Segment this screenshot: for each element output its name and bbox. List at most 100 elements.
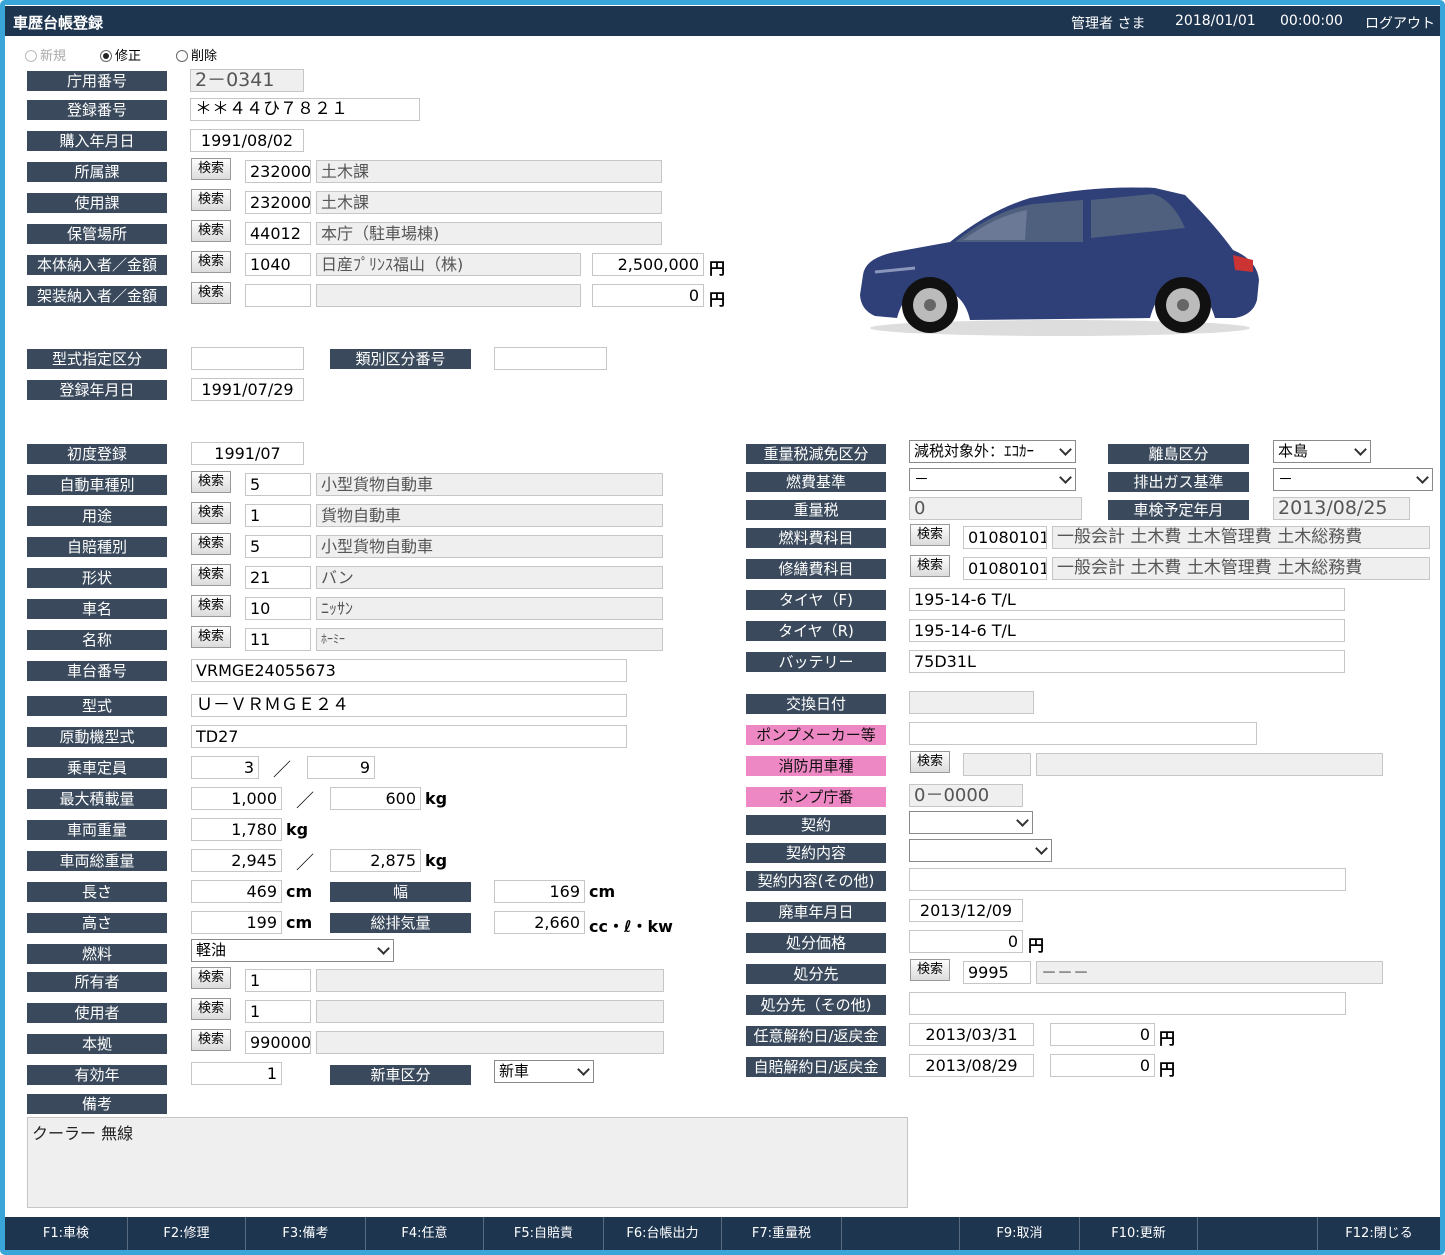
- label-tax-reduction: 重量税減免区分: [746, 444, 886, 464]
- pump-maker-field[interactable]: [909, 722, 1257, 745]
- model-name-search-button[interactable]: 検索: [191, 626, 231, 648]
- shape-code-field[interactable]: 21: [245, 566, 311, 589]
- insurance-cancel-date-field[interactable]: 2013/08/29: [909, 1054, 1034, 1077]
- mode-delete-radio[interactable]: 削除: [176, 45, 217, 64]
- fuel-account-code-field[interactable]: 01080101: [963, 526, 1047, 549]
- tire-f-field[interactable]: 195-14-6 T/L: [909, 588, 1345, 611]
- fuel-select[interactable]: 軽油: [191, 939, 394, 962]
- insurance-cancel-amount-field[interactable]: 0: [1050, 1054, 1155, 1077]
- gross-weight-a-field[interactable]: 2,945: [191, 849, 282, 872]
- first-reg-field[interactable]: 1991/07: [191, 442, 304, 465]
- engine-field[interactable]: TD27: [191, 725, 627, 748]
- equip-supplier-code-field[interactable]: [245, 284, 311, 307]
- category-no-field[interactable]: [494, 347, 607, 370]
- body-supplier-code-field[interactable]: 1040: [245, 253, 311, 276]
- displacement-field[interactable]: 2,660: [494, 911, 585, 934]
- voluntary-cancel-date-field[interactable]: 2013/03/31: [909, 1023, 1034, 1046]
- type-designation-field[interactable]: [191, 347, 304, 370]
- dept-code-field[interactable]: 232000: [245, 160, 311, 183]
- disposal-other-field[interactable]: [909, 992, 1346, 1015]
- user-code-field[interactable]: 1: [245, 1000, 311, 1023]
- disposal-to-search-button[interactable]: 検索: [910, 959, 950, 981]
- island-select[interactable]: 本島: [1273, 440, 1371, 463]
- repair-account-search-button[interactable]: 検索: [910, 555, 950, 577]
- f4-voluntary-button[interactable]: F4:任意: [366, 1217, 484, 1250]
- dept-search-button[interactable]: 検索: [191, 158, 231, 180]
- gross-weight-b-field[interactable]: 2,875: [330, 849, 421, 872]
- f9-cancel-button[interactable]: F9:取消: [960, 1217, 1080, 1250]
- vehicle-type-code-field[interactable]: 5: [245, 473, 311, 496]
- width-field[interactable]: 169: [494, 880, 585, 903]
- fuel-std-select[interactable]: －: [909, 468, 1076, 491]
- f10-update-button[interactable]: F10:更新: [1080, 1217, 1198, 1250]
- insurance-type-code-field[interactable]: 5: [245, 535, 311, 558]
- body-amount-field[interactable]: 2,500,000: [592, 253, 704, 276]
- contract-select[interactable]: [909, 811, 1033, 834]
- max-load-b-field[interactable]: 600: [330, 787, 421, 810]
- contract-other-field[interactable]: [909, 868, 1346, 891]
- storage-code-field[interactable]: 44012: [245, 222, 311, 245]
- car-name-code-field[interactable]: 10: [245, 597, 311, 620]
- contract-detail-select[interactable]: [909, 839, 1052, 862]
- f5-liability-button[interactable]: F5:自賠責: [484, 1217, 604, 1250]
- voluntary-cancel-amount-field[interactable]: 0: [1050, 1023, 1155, 1046]
- f1-shaken-button[interactable]: F1:車検: [5, 1217, 128, 1250]
- insurance-type-search-button[interactable]: 検索: [191, 533, 231, 555]
- reg-no-field[interactable]: ＊＊４４ひ７８２１: [190, 98, 420, 121]
- label-model: 型式: [27, 696, 167, 716]
- base-code-field[interactable]: 990000: [245, 1031, 311, 1054]
- new-flag-select[interactable]: 新車: [494, 1060, 594, 1083]
- max-load-a-field[interactable]: 1,000: [191, 787, 282, 810]
- remarks-textarea[interactable]: クーラー 無線: [27, 1117, 908, 1208]
- body-supplier-search-button[interactable]: 検索: [191, 251, 231, 273]
- model-field[interactable]: Ｕ－ＶＲＭＧＥ２４: [191, 694, 627, 717]
- owner-search-button[interactable]: 検索: [191, 967, 231, 989]
- purpose-code-field[interactable]: 1: [245, 504, 311, 527]
- equip-amount-field[interactable]: 0: [592, 284, 704, 307]
- equip-supplier-search-button[interactable]: 検索: [191, 282, 231, 304]
- logout-link[interactable]: ログアウト: [1365, 13, 1435, 33]
- repair-account-code-field[interactable]: 01080101: [963, 557, 1047, 580]
- tax-reduction-select[interactable]: 減税対象外：ｴｺｶｰ: [909, 440, 1076, 463]
- storage-search-button[interactable]: 検索: [191, 220, 231, 242]
- yen-unit: 円: [1159, 1060, 1176, 1079]
- car-name-search-button[interactable]: 検索: [191, 595, 231, 617]
- tire-r-field[interactable]: 195-14-6 T/L: [909, 619, 1345, 642]
- capacity-b-field[interactable]: 9: [307, 756, 375, 779]
- f2-repair-button[interactable]: F2:修理: [128, 1217, 246, 1250]
- mode-edit-radio[interactable]: 修正: [100, 45, 141, 64]
- scrap-date-field[interactable]: 2013/12/09: [909, 899, 1023, 922]
- owner-code-field[interactable]: 1: [245, 969, 311, 992]
- purpose-search-button[interactable]: 検索: [191, 502, 231, 524]
- emission-std-select[interactable]: －: [1273, 468, 1433, 491]
- model-name-code-field[interactable]: 11: [245, 628, 311, 651]
- chassis-no-field[interactable]: VRMGE24055673: [191, 659, 627, 682]
- function-key-bar: F1:車検 F2:修理 F3:備考 F4:任意 F5:自賠責 F6:台帳出力 F…: [5, 1217, 1440, 1250]
- use-dept-search-button[interactable]: 検索: [191, 189, 231, 211]
- valid-years-field[interactable]: 1: [191, 1062, 282, 1085]
- page-title: 車歴台帳登録: [13, 14, 104, 32]
- fire-type-search-button[interactable]: 検索: [910, 751, 950, 773]
- f3-remarks-button[interactable]: F3:備考: [246, 1217, 366, 1250]
- f7-weight-tax-button[interactable]: F7:重量税: [722, 1217, 842, 1250]
- shape-search-button[interactable]: 検索: [191, 564, 231, 586]
- reg-date-field[interactable]: 1991/07/29: [191, 378, 304, 401]
- base-search-button[interactable]: 検索: [191, 1029, 231, 1051]
- use-dept-code-field[interactable]: 232000: [245, 191, 311, 214]
- battery-field[interactable]: 75D31L: [909, 650, 1345, 673]
- vehicle-type-search-button[interactable]: 検索: [191, 471, 231, 493]
- height-field[interactable]: 199: [191, 911, 282, 934]
- disposal-price-field[interactable]: 0: [909, 930, 1023, 953]
- model-name-name-field: ﾎｰﾐｰ: [316, 628, 663, 651]
- fuel-account-search-button[interactable]: 検索: [910, 524, 950, 546]
- purchase-date-field[interactable]: 1991/08/02: [190, 129, 304, 152]
- label-pump-maker: ポンプメーカー等: [746, 725, 886, 745]
- capacity-a-field[interactable]: 3: [191, 756, 259, 779]
- f12-close-button[interactable]: F12:閉じる: [1318, 1217, 1440, 1250]
- user-search-button[interactable]: 検索: [191, 998, 231, 1020]
- weight-field[interactable]: 1,780: [191, 818, 282, 841]
- f6-ledger-output-button[interactable]: F6:台帳出力: [604, 1217, 722, 1250]
- mode-new-label: 新規: [40, 49, 67, 64]
- length-field[interactable]: 469: [191, 880, 282, 903]
- disposal-to-code-field[interactable]: 9995: [963, 961, 1031, 984]
